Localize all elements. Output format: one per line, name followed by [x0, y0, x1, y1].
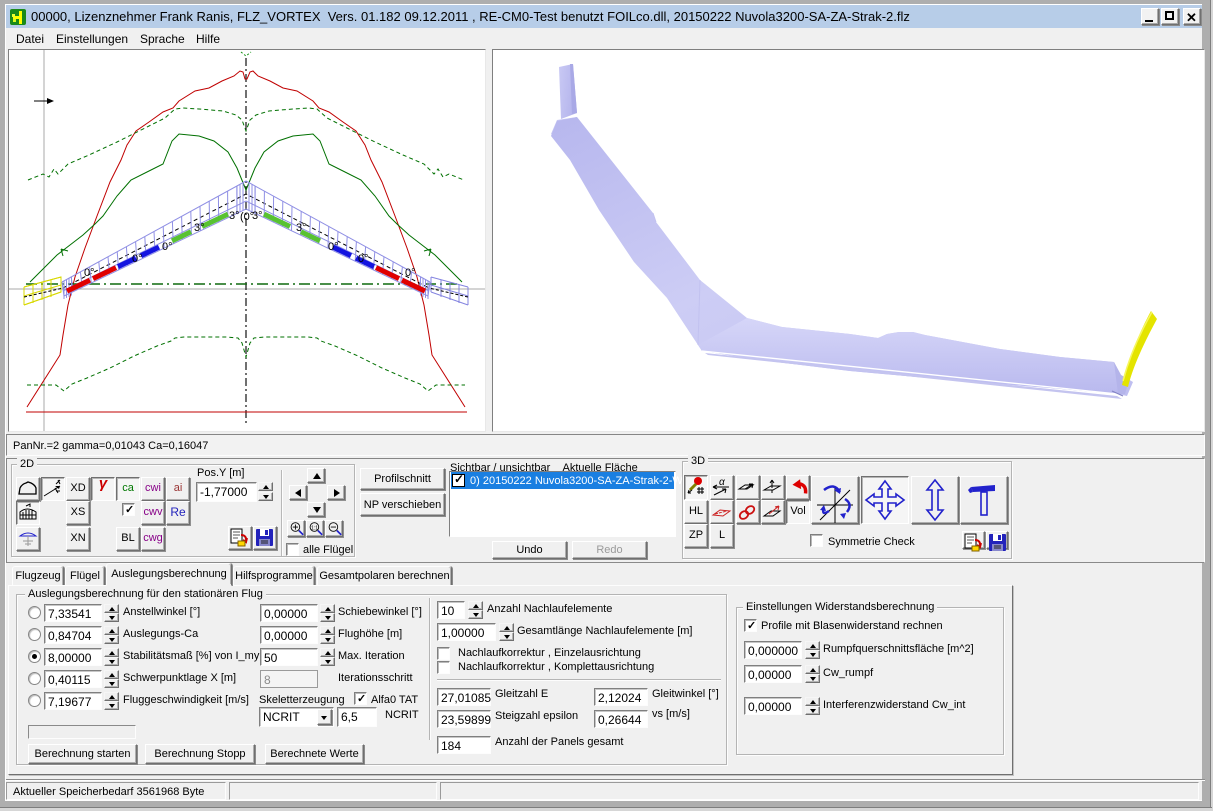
svg-text:0°: 0°	[358, 253, 369, 265]
svg-text:3°: 3°	[194, 222, 205, 234]
svg-text:α: α	[719, 477, 725, 488]
svg-text:1:1: 1:1	[311, 526, 318, 532]
svg-text:3°: 3°	[252, 210, 263, 222]
svg-text:0°: 0°	[328, 241, 339, 253]
svg-text:3°: 3°	[229, 210, 240, 222]
svg-text:3°: 3°	[296, 222, 307, 234]
svg-text:0°: 0°	[132, 253, 143, 265]
svg-text:0°: 0°	[405, 267, 416, 279]
svg-text:0°: 0°	[162, 241, 173, 253]
svg-text:0°: 0°	[84, 267, 95, 279]
